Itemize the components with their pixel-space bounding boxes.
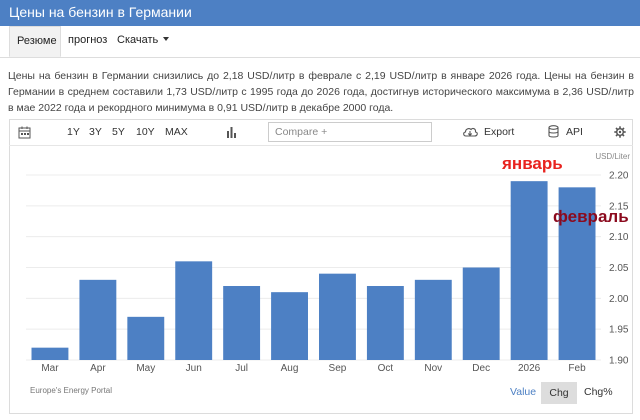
x-tick-label: Aug <box>281 363 299 374</box>
x-tick-label: Jul <box>235 363 248 374</box>
bar-chart: Mar Apr May Jun Jul Aug Sep Oct Nov Dec 2026 Feb 1.… <box>26 152 630 374</box>
bar-nov[interactable] <box>414 279 452 360</box>
y-tick-label: 2.00 <box>609 294 629 305</box>
y-axis-ticks: 1.901.952.002.052.102.152.20 <box>609 171 629 367</box>
bar-dec[interactable] <box>462 267 500 361</box>
annotation-january: январь <box>501 154 563 173</box>
y-tick-label: 2.05 <box>609 263 629 274</box>
x-tick-label: Dec <box>472 363 490 374</box>
x-axis-ticks: Mar Apr May Jun Jul Aug Sep Oct Nov Dec 2026 Feb <box>41 363 586 374</box>
bar-2026[interactable] <box>510 181 548 360</box>
y-axis-unit: USD/Liter <box>595 152 630 161</box>
x-tick-label: 2026 <box>518 363 541 374</box>
bar-sep[interactable] <box>319 273 356 360</box>
y-tick-label: 2.10 <box>609 232 629 243</box>
bar-mar[interactable] <box>31 347 69 360</box>
y-tick-label: 2.20 <box>609 171 629 182</box>
chart-bars <box>31 181 596 361</box>
annotation-february: февраль <box>553 207 629 226</box>
view-chg-button[interactable]: Chg <box>541 382 577 404</box>
y-tick-label: 1.95 <box>609 325 629 336</box>
y-tick-label: 1.90 <box>609 356 629 367</box>
x-tick-label: Mar <box>41 363 59 374</box>
bar-jun[interactable] <box>175 261 213 360</box>
x-tick-label: Jun <box>186 363 202 374</box>
bar-may[interactable] <box>127 316 165 360</box>
bar-oct[interactable] <box>366 286 404 360</box>
x-tick-label: Feb <box>568 363 586 374</box>
bar-aug[interactable] <box>271 292 308 360</box>
view-value-button[interactable]: Value <box>510 386 536 398</box>
x-tick-label: May <box>136 363 155 374</box>
bar-apr[interactable] <box>79 279 117 360</box>
x-tick-label: Nov <box>424 363 442 374</box>
bar-jul[interactable] <box>223 286 261 360</box>
x-tick-label: Oct <box>378 363 394 374</box>
x-tick-label: Apr <box>90 363 106 374</box>
view-chg-percent-button[interactable]: Chg% <box>584 386 613 398</box>
source-label: Europe's Energy Portal <box>30 386 113 395</box>
x-tick-label: Sep <box>329 363 347 374</box>
